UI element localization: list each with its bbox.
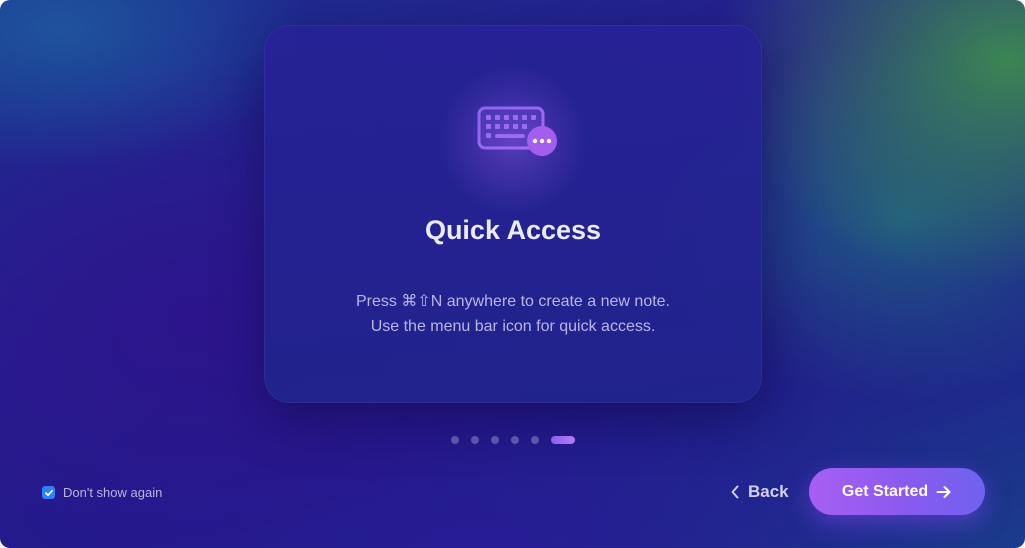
onboarding-card: Quick Access Press ⌘⇧N anywhere to creat… [264,25,762,403]
chevron-left-icon [731,485,739,499]
page-dot[interactable] [511,436,519,444]
page-dot-active[interactable] [551,436,575,444]
get-started-button[interactable]: Get Started [809,468,985,515]
page-indicator [451,436,575,444]
card-description-line-2: Use the menu bar icon for quick access. [370,318,656,335]
card-description: Press ⌘⇧N anywhere to create a new note.… [264,289,762,339]
onboarding-window: Quick Access Press ⌘⇧N anywhere to creat… [0,0,1025,548]
checkmark-icon [44,489,53,496]
get-started-label: Get Started [841,482,929,500]
card-title: Quick Access [424,215,602,245]
dont-show-again-toggle[interactable]: Don't show again [42,485,162,500]
page-dot[interactable] [531,436,539,444]
dont-show-again-label: Don't show again [63,485,163,500]
keyboard-icon [477,106,557,156]
card-description-line-1: Press ⌘⇧N anywhere to create a new note. [356,293,670,310]
back-button[interactable]: Back [730,478,789,506]
page-dot[interactable] [491,436,499,444]
back-button-label: Back [748,482,789,501]
dont-show-again-checkbox[interactable] [42,486,55,499]
page-dot[interactable] [471,436,479,444]
page-dot[interactable] [451,436,459,444]
arrow-right-icon [936,485,951,498]
